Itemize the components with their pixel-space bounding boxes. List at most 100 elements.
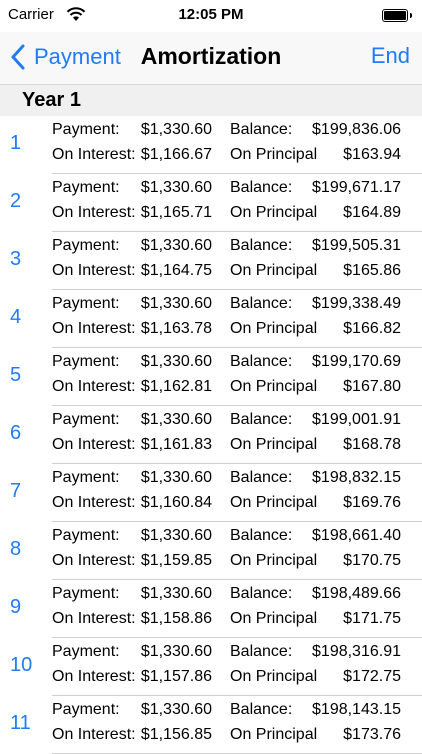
balance-value: $198,143.15 <box>312 701 401 718</box>
balance-label: Balance: <box>230 179 293 196</box>
payment-label: Payment: <box>52 469 120 486</box>
list-item[interactable]: 3 Payment: $1,330.60 Balance: $199,505.3… <box>0 232 422 290</box>
on-principal-label: On Principal <box>230 436 318 453</box>
page-title: Amortization <box>140 43 282 69</box>
payment-value: $1,330.60 <box>140 411 212 428</box>
on-principal-label: On Principal <box>230 494 318 511</box>
balance-label: Balance: <box>230 701 293 718</box>
payment-number: 5 <box>10 364 22 386</box>
list-item[interactable]: 7 Payment: $1,330.60 Balance: $198,832.1… <box>0 464 422 522</box>
list-item[interactable]: 4 Payment: $1,330.60 Balance: $199,338.4… <box>0 290 422 348</box>
on-principal-label: On Principal <box>230 552 318 569</box>
on-interest-value: $1,159.85 <box>140 552 212 569</box>
on-principal-value: $172.75 <box>343 668 401 685</box>
payment-number: 9 <box>10 596 22 618</box>
on-principal-value: $164.89 <box>343 204 401 221</box>
on-interest-value: $1,156.85 <box>140 726 212 743</box>
payment-label: Payment: <box>52 411 120 428</box>
on-interest-label: On Interest: <box>52 436 136 453</box>
on-interest-value: $1,160.84 <box>140 494 212 511</box>
list-item[interactable]: 8 Payment: $1,330.60 Balance: $198,661.4… <box>0 522 422 580</box>
on-interest-label: On Interest: <box>52 262 136 279</box>
on-principal-value: $165.86 <box>343 262 401 279</box>
payment-label: Payment: <box>52 353 120 370</box>
balance-value: $199,170.69 <box>312 353 401 370</box>
on-interest-label: On Interest: <box>52 146 136 163</box>
on-interest-label: On Interest: <box>52 552 136 569</box>
list-item[interactable]: 1 Payment: $1,330.60 Balance: $199,836.0… <box>0 116 422 174</box>
balance-value: $199,671.17 <box>312 179 401 196</box>
on-principal-value: $166.82 <box>343 320 401 337</box>
list-item[interactable]: 9 Payment: $1,330.60 Balance: $198,489.6… <box>0 580 422 638</box>
section-title: Year 1 <box>22 89 81 111</box>
balance-value: $199,001.91 <box>312 411 401 428</box>
on-interest-label: On Interest: <box>52 378 136 395</box>
clock: 12:05 PM <box>178 6 244 23</box>
payment-value: $1,330.60 <box>140 353 212 370</box>
payment-value: $1,330.60 <box>140 121 212 138</box>
on-principal-value: $171.75 <box>343 610 401 627</box>
battery-icon <box>382 9 412 22</box>
payment-number: 7 <box>10 480 22 502</box>
on-principal-label: On Principal <box>230 668 318 685</box>
payment-label: Payment: <box>52 295 120 312</box>
on-principal-label: On Principal <box>230 610 318 627</box>
payment-label: Payment: <box>52 237 120 254</box>
on-principal-label: On Principal <box>230 204 318 221</box>
on-interest-value: $1,157.86 <box>140 668 212 685</box>
on-interest-value: $1,158.86 <box>140 610 212 627</box>
balance-value: $199,505.31 <box>312 237 401 254</box>
on-principal-value: $167.80 <box>343 378 401 395</box>
status-bar: Carrier 12:05 PM <box>0 0 422 32</box>
payment-number: 2 <box>10 190 22 212</box>
on-interest-value: $1,162.81 <box>140 378 212 395</box>
navigation-bar: Payment Amortization End <box>0 32 422 84</box>
payment-value: $1,330.60 <box>140 527 212 544</box>
on-principal-value: $173.76 <box>343 726 401 743</box>
on-interest-label: On Interest: <box>52 320 136 337</box>
end-button[interactable]: End <box>371 43 410 69</box>
on-principal-value: $169.76 <box>343 494 401 511</box>
on-interest-label: On Interest: <box>52 610 136 627</box>
list-item[interactable]: 2 Payment: $1,330.60 Balance: $199,671.1… <box>0 174 422 232</box>
payment-label: Payment: <box>52 179 120 196</box>
on-principal-label: On Principal <box>230 726 318 743</box>
payment-value: $1,330.60 <box>140 643 212 660</box>
balance-label: Balance: <box>230 469 293 486</box>
on-principal-value: $170.75 <box>343 552 401 569</box>
balance-value: $199,836.06 <box>312 121 401 138</box>
list-item[interactable]: 6 Payment: $1,330.60 Balance: $199,001.9… <box>0 406 422 464</box>
balance-value: $198,316.91 <box>312 643 401 660</box>
amortization-list[interactable]: 1 Payment: $1,330.60 Balance: $199,836.0… <box>0 116 422 754</box>
on-principal-label: On Principal <box>230 146 318 163</box>
on-principal-value: $168.78 <box>343 436 401 453</box>
on-principal-label: On Principal <box>230 320 318 337</box>
balance-label: Balance: <box>230 295 293 312</box>
balance-label: Balance: <box>230 643 293 660</box>
balance-label: Balance: <box>230 411 293 428</box>
on-interest-label: On Interest: <box>52 204 136 221</box>
on-interest-label: On Interest: <box>52 726 136 743</box>
payment-number: 4 <box>10 306 22 328</box>
on-principal-value: $163.94 <box>343 146 401 163</box>
list-item[interactable]: 11 Payment: $1,330.60 Balance: $198,143.… <box>0 696 422 754</box>
balance-label: Balance: <box>230 585 293 602</box>
payment-number: 8 <box>10 538 22 560</box>
payment-number: 11 <box>10 712 31 734</box>
payment-number: 1 <box>10 132 22 154</box>
on-interest-value: $1,166.67 <box>140 146 212 163</box>
balance-label: Balance: <box>230 527 293 544</box>
on-principal-label: On Principal <box>230 378 318 395</box>
on-interest-value: $1,165.71 <box>140 204 212 221</box>
payment-value: $1,330.60 <box>140 585 212 602</box>
payment-label: Payment: <box>52 121 120 138</box>
balance-label: Balance: <box>230 121 293 138</box>
payment-value: $1,330.60 <box>140 469 212 486</box>
on-interest-label: On Interest: <box>52 494 136 511</box>
list-item[interactable]: 5 Payment: $1,330.60 Balance: $199,170.6… <box>0 348 422 406</box>
balance-value: $199,338.49 <box>312 295 401 312</box>
payment-value: $1,330.60 <box>140 701 212 718</box>
balance-label: Balance: <box>230 353 293 370</box>
on-principal-label: On Principal <box>230 262 318 279</box>
list-item[interactable]: 10 Payment: $1,330.60 Balance: $198,316.… <box>0 638 422 696</box>
